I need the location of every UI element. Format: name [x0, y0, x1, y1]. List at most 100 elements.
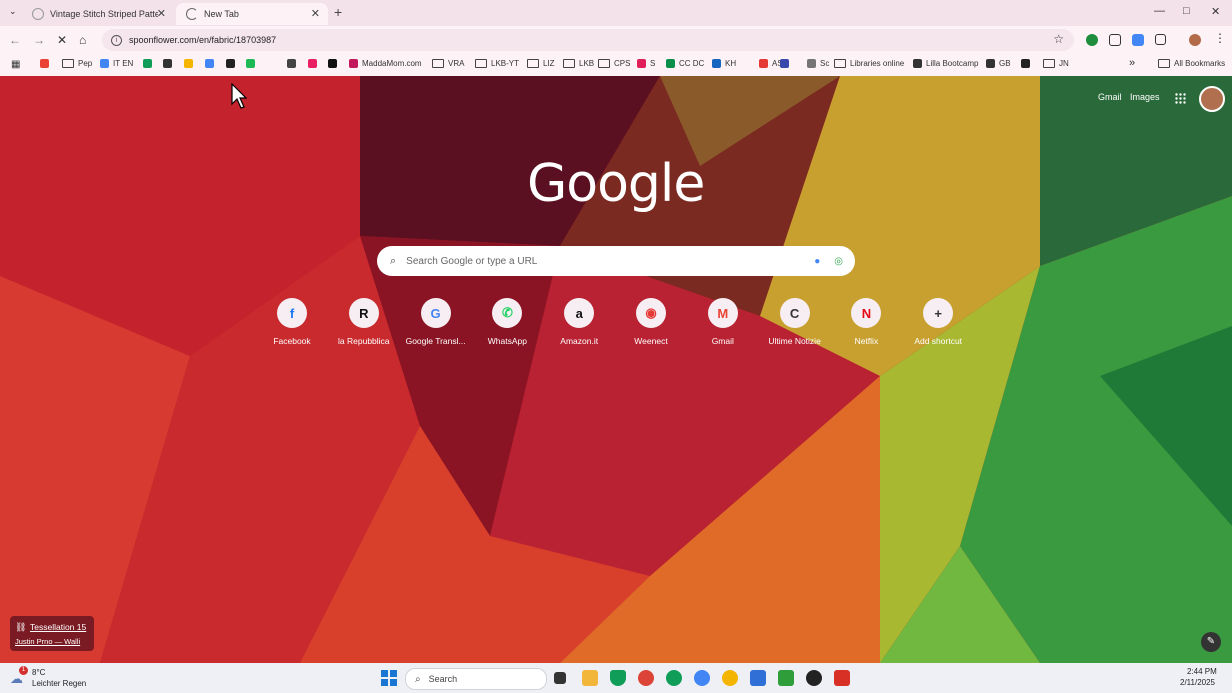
images-link[interactable]: Images	[1130, 92, 1160, 102]
more-bookmarks-chevron-icon[interactable]: »	[1129, 57, 1135, 69]
address-bar[interactable]: i spoonflower.com/en/fabric/18703987 ☆	[102, 29, 1074, 51]
shortcut-tile[interactable]: N Netflix	[830, 298, 902, 346]
gmail-link[interactable]: Gmail	[1098, 92, 1122, 102]
shortcut-tile[interactable]: + Add shortcut	[902, 298, 974, 346]
background-title[interactable]: Tessellation 15	[30, 622, 86, 632]
close-icon[interactable]: ✕	[157, 7, 166, 20]
extensions-puzzle-icon[interactable]	[1155, 34, 1166, 45]
bookmark-item[interactable]: VRA	[432, 59, 464, 68]
customize-pencil-icon[interactable]: ✎	[1201, 632, 1221, 652]
tab-search-chevron-icon[interactable]: ⌄	[9, 6, 17, 17]
bookmark-item[interactable]: Libraries online	[834, 59, 904, 68]
bookmark-item[interactable]	[1021, 59, 1034, 68]
windows-start-icon[interactable]	[381, 670, 397, 686]
shortcut-label: Netflix	[854, 336, 879, 346]
google-drive-taskbar-icon[interactable]	[610, 670, 626, 686]
chrome-profile-2-icon[interactable]	[666, 670, 682, 686]
bookmark-item[interactable]: Pep	[62, 59, 92, 68]
tab-vintage-stitch[interactable]: Vintage Stitch Striped Pattern E ✕	[22, 3, 174, 25]
extension-green-icon[interactable]	[1086, 34, 1098, 46]
google-lens-icon[interactable]: ◎	[834, 256, 843, 267]
bookmark-item[interactable]: IT EN	[100, 59, 133, 68]
google-apps-grid-icon[interactable]	[1175, 93, 1186, 104]
maximize-button[interactable]: □	[1183, 5, 1190, 17]
bookmark-item[interactable]: Lilla Bootcamp	[913, 59, 978, 68]
extension-box-icon[interactable]	[1109, 34, 1121, 46]
media-player-icon[interactable]	[806, 670, 822, 686]
stop-loading-icon[interactable]: ✕	[57, 33, 67, 47]
circle-icon	[184, 59, 193, 68]
minimize-button[interactable]: —	[1154, 5, 1165, 17]
plus-icon: +	[923, 298, 954, 328]
bookmark-item[interactable]: LIZ	[527, 59, 555, 68]
all-bookmarks-button[interactable]: All Bookmarks	[1158, 59, 1225, 68]
shortcut-tile[interactable]: M Gmail	[687, 298, 759, 346]
task-view-icon[interactable]	[554, 672, 566, 684]
slack-icon	[637, 59, 646, 68]
bookmark-item[interactable]	[143, 59, 156, 68]
square-icon	[163, 59, 172, 68]
tab-new-tab[interactable]: New Tab ✕	[176, 3, 328, 25]
bookmark-item[interactable]	[205, 59, 218, 68]
shortcut-tile[interactable]: C Ultime Notizie	[759, 298, 831, 346]
bookmark-item[interactable]: LKB-YT	[475, 59, 519, 68]
bookmark-item[interactable]	[287, 59, 300, 68]
background-author[interactable]: Justin Prno — Walli	[15, 637, 80, 646]
microphone-icon[interactable]: ●	[814, 256, 820, 267]
shortcut-tile[interactable]: f Facebook	[256, 298, 328, 346]
shortcut-label: WhatsApp	[487, 336, 527, 346]
shortcut-tile[interactable]: Rla Repubblica	[328, 298, 400, 346]
forward-arrow-icon[interactable]: →	[33, 33, 45, 47]
bookmark-item[interactable]: CPS	[598, 59, 630, 68]
apps-grid-icon[interactable]: ▦	[11, 59, 20, 70]
folder-icon	[1158, 59, 1170, 68]
loading-spinner-icon	[186, 8, 198, 20]
close-window-button[interactable]: ✕	[1211, 5, 1220, 18]
new-tab-plus-icon[interactable]: +	[334, 4, 342, 20]
back-arrow-icon[interactable]: ←	[9, 33, 21, 47]
site-info-icon[interactable]: i	[111, 34, 122, 46]
bookmark-item[interactable]	[226, 59, 239, 68]
shortcut-tile[interactable]: a Amazon.it	[543, 298, 615, 346]
app-red-icon[interactable]	[834, 670, 850, 686]
bookmark-item[interactable]: GB	[986, 59, 1011, 68]
bookmark-item[interactable]: S	[637, 59, 655, 68]
weather-condition: Leichter Regen	[32, 679, 87, 688]
app-blue-icon[interactable]	[750, 670, 766, 686]
chrome-profile-3-icon[interactable]	[694, 670, 710, 686]
taskbar-search-box[interactable]: ⌕ Search	[405, 668, 547, 690]
bookmark-item[interactable]	[328, 59, 341, 68]
chrome-profile-4-icon[interactable]	[722, 670, 738, 686]
repubblica-icon: R	[348, 298, 379, 328]
shortcut-tile[interactable]: ◉ Weenect	[615, 298, 687, 346]
bookmark-item[interactable]	[780, 59, 793, 68]
clock-time[interactable]: 2:44 PM	[1187, 667, 1217, 676]
menu-kebab-icon[interactable]: ⋮	[1214, 31, 1226, 45]
bookmark-item[interactable]	[163, 59, 176, 68]
chrome-profile-1-icon[interactable]	[638, 670, 654, 686]
shortcut-tile[interactable]: G Google Transl...	[400, 298, 472, 346]
bookmark-item[interactable]: JN	[1043, 59, 1069, 68]
camtasia-green-icon[interactable]	[778, 670, 794, 686]
bookmark-item[interactable]: Sc	[807, 59, 829, 68]
profile-avatar-icon[interactable]	[1189, 34, 1201, 46]
bookmark-item[interactable]	[40, 59, 53, 68]
bookmark-item[interactable]: CC DC	[666, 59, 704, 68]
clock-date[interactable]: 2/11/2025	[1180, 678, 1215, 687]
close-icon[interactable]: ✕	[311, 7, 320, 20]
shortcut-tile[interactable]: ✆ WhatsApp	[471, 298, 543, 346]
home-icon[interactable]: ⌂	[79, 33, 86, 47]
bookmark-item[interactable]	[184, 59, 197, 68]
extension-translate-icon[interactable]	[1132, 34, 1144, 46]
ntp-search-box[interactable]: ⌕ Search Google or type a URL ● ◎	[377, 246, 855, 276]
bookmark-item[interactable]	[308, 59, 321, 68]
account-avatar[interactable]	[1199, 86, 1225, 112]
file-explorer-icon[interactable]	[582, 670, 598, 686]
shortcut-label: Weenect	[634, 336, 668, 346]
bookmark-item[interactable]: KH	[712, 59, 736, 68]
bookmark-item[interactable]: MaddaMom.com	[349, 59, 422, 68]
background-credit[interactable]: ⛓ Tessellation 15 Justin Prno — Walli	[10, 616, 94, 651]
bookmark-item[interactable]	[246, 59, 259, 68]
bookmark-star-icon[interactable]: ☆	[1053, 32, 1064, 46]
bookmark-item[interactable]: LKB	[563, 59, 594, 68]
